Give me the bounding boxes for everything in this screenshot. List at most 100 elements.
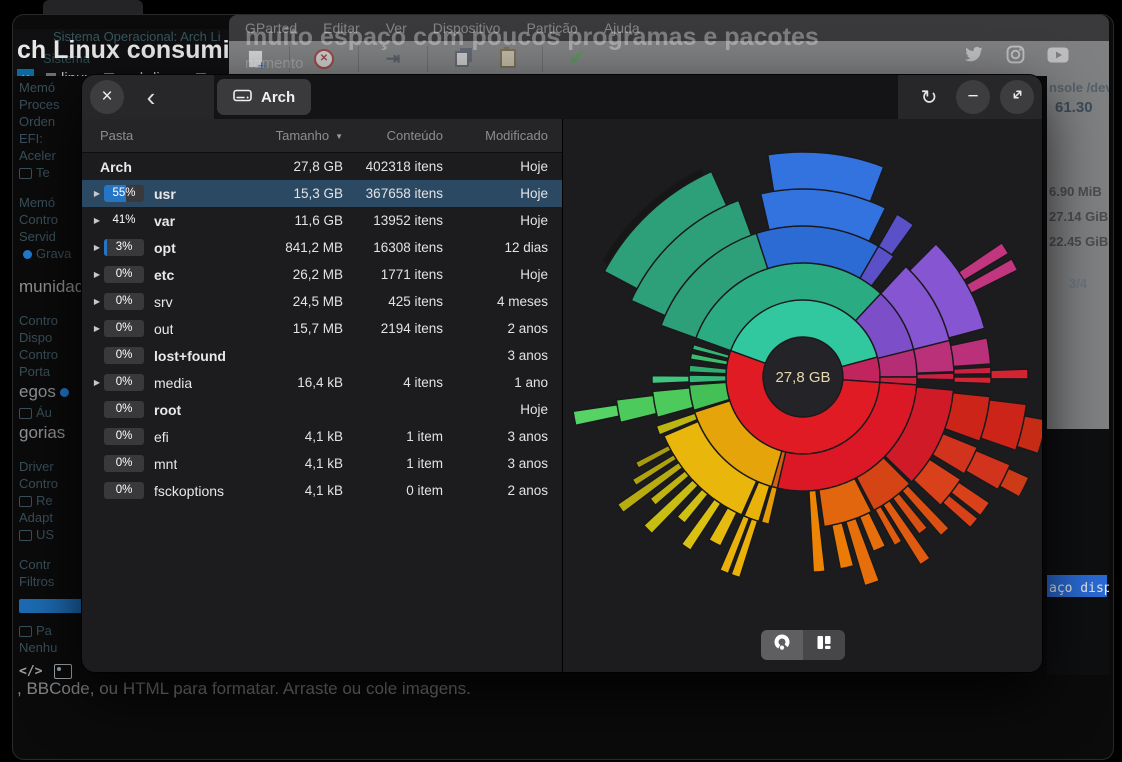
folder-modified: Hoje: [457, 213, 562, 228]
instagram-icon[interactable]: [1006, 45, 1025, 64]
chart-segment[interactable]: [616, 395, 656, 422]
chart-segment[interactable]: [954, 377, 991, 384]
folder-name: opt: [154, 240, 176, 256]
table-row[interactable]: ▶ 0% root Hoje: [82, 396, 562, 423]
table-row[interactable]: ▶ 0% srv 24,5 MB 425 itens 4 meses: [82, 288, 562, 315]
folder-modified: 3 anos: [457, 348, 562, 363]
table-row[interactable]: ▶ 0% etc 26,2 MB 1771 itens Hoje: [82, 261, 562, 288]
table-row[interactable]: ▶ 0% fsckoptions 4,1 kB 0 item 2 anos: [82, 477, 562, 504]
chart-segment[interactable]: [991, 369, 1028, 379]
folder-contents: 1 item: [357, 429, 457, 444]
folder-name: srv: [154, 294, 173, 310]
gparted-text: nsole /dev/s: [1049, 80, 1109, 95]
chart-segment[interactable]: [951, 338, 991, 367]
expander-icon[interactable]: ▶: [90, 216, 104, 225]
table-row[interactable]: ▶ Arch 27,8 GB 402318 itens Hoje: [82, 153, 562, 180]
chart-segment[interactable]: [689, 365, 726, 374]
header-contents[interactable]: Conteúdo: [357, 128, 457, 143]
tag-fragment: namento: [245, 55, 303, 72]
terminal-text: aço disp: [1049, 581, 1109, 596]
chart-segment[interactable]: [652, 376, 689, 384]
rings-chart-svg: 27,8 GB: [563, 119, 1042, 624]
table-row[interactable]: ▶ 55% usr 15,3 GB 367658 itens Hoje: [82, 180, 562, 207]
close-icon: ×: [101, 86, 112, 108]
gparted-text: 22.45 GiB: [1049, 234, 1108, 249]
folder-modified: 3 anos: [457, 429, 562, 444]
close-button[interactable]: ×: [90, 80, 124, 114]
chart-segment[interactable]: [917, 373, 954, 380]
social-icons: [964, 45, 1069, 64]
topic-tag[interactable]: linux: [46, 70, 92, 77]
chart-segment[interactable]: [879, 214, 914, 255]
back-button[interactable]: ‹: [134, 80, 168, 114]
chart-segment[interactable]: [653, 388, 693, 417]
expander-icon[interactable]: ▶: [90, 189, 104, 198]
folder-contents: 367658 itens: [357, 186, 457, 201]
topic-tag[interactable]: x: [17, 69, 34, 76]
chart-segment[interactable]: [954, 367, 991, 374]
window-controls: ↻ −: [912, 80, 1034, 114]
reload-button[interactable]: ↻: [912, 80, 946, 114]
blue-bar: [19, 599, 89, 613]
maximize-icon: [1010, 86, 1025, 108]
expander-icon[interactable]: ▶: [90, 378, 104, 387]
folder-size: 27,8 GB: [262, 159, 357, 174]
maximize-button[interactable]: [1000, 80, 1034, 114]
folder-name: Arch: [100, 159, 132, 175]
treemap-chart-button[interactable]: [803, 630, 845, 660]
expander-icon[interactable]: ▶: [90, 270, 104, 279]
table-row[interactable]: ▶ 41% var 11,6 GB 13952 itens Hoje: [82, 207, 562, 234]
disk-usage-analyzer-window: × ‹ Arch ↻ − Pasta Tamanho▼: [82, 75, 1042, 672]
folder-contents: 4 itens: [357, 375, 457, 390]
tag-square-icon: [46, 73, 56, 76]
table-row[interactable]: ▶ 0% media 16,4 kB 4 itens 1 ano: [82, 369, 562, 396]
expander-icon[interactable]: ▶: [90, 324, 104, 333]
image-icon[interactable]: [54, 664, 72, 679]
tab-arch[interactable]: Arch: [217, 79, 311, 115]
percent-badge: 0%: [104, 347, 144, 364]
header-folder[interactable]: Pasta: [82, 128, 262, 143]
youtube-icon[interactable]: [1047, 47, 1069, 63]
percent-badge: 0%: [104, 374, 144, 391]
sort-descending-icon: ▼: [335, 132, 343, 141]
folder-contents: 2194 itens: [357, 321, 457, 336]
percent-badge: 3%: [104, 239, 144, 256]
folder-name: out: [154, 321, 173, 337]
rings-chart-button[interactable]: [761, 630, 803, 660]
table-row[interactable]: ▶ 0% mnt 4,1 kB 1 item 3 anos: [82, 450, 562, 477]
expander-icon[interactable]: ▶: [90, 243, 104, 252]
percent-badge: 55%: [104, 185, 144, 202]
table-row[interactable]: ▶ 0% efi 4,1 kB 1 item 3 anos: [82, 423, 562, 450]
folder-size: 11,6 GB: [262, 213, 357, 228]
header-size[interactable]: Tamanho▼: [262, 128, 357, 143]
folder-name: lost+found: [154, 348, 226, 364]
folder-name: mnt: [154, 456, 177, 472]
gparted-text: 6.90 MiB: [1049, 184, 1102, 199]
expander-icon[interactable]: ▶: [90, 297, 104, 306]
folder-modified: 2 anos: [457, 483, 562, 498]
percent-badge: 0%: [104, 401, 144, 418]
folder-name: root: [154, 402, 181, 418]
topic-title-continued: muito espaço com poucos programas e paco…: [245, 23, 819, 52]
folder-name: usr: [154, 186, 176, 202]
chart-segment[interactable]: [689, 375, 726, 383]
folder-contents: 402318 itens: [357, 159, 457, 174]
folder-size: 4,1 kB: [262, 456, 357, 471]
table-row[interactable]: ▶ 0% out 15,7 MB 2194 itens 2 anos: [82, 315, 562, 342]
folder-contents: 1 item: [357, 456, 457, 471]
folder-modified: Hoje: [457, 186, 562, 201]
table-row[interactable]: ▶ 0% lost+found 3 anos: [82, 342, 562, 369]
gparted-text: 27.14 GiB: [1049, 209, 1108, 224]
percent-badge: 0%: [104, 266, 144, 283]
folder-name: efi: [154, 429, 169, 445]
header-modified[interactable]: Modificado: [457, 128, 562, 143]
chart-segment[interactable]: [573, 405, 619, 426]
folder-size: 24,5 MB: [262, 294, 357, 309]
twitter-icon[interactable]: [964, 46, 984, 63]
folder-name: media: [154, 375, 192, 391]
table-row[interactable]: ▶ 3% opt 841,2 MB 16308 itens 12 dias: [82, 234, 562, 261]
minimize-button[interactable]: −: [956, 80, 990, 114]
code-icon[interactable]: </>: [19, 664, 42, 679]
folder-size: 26,2 MB: [262, 267, 357, 282]
folder-modified: 4 meses: [457, 294, 562, 309]
